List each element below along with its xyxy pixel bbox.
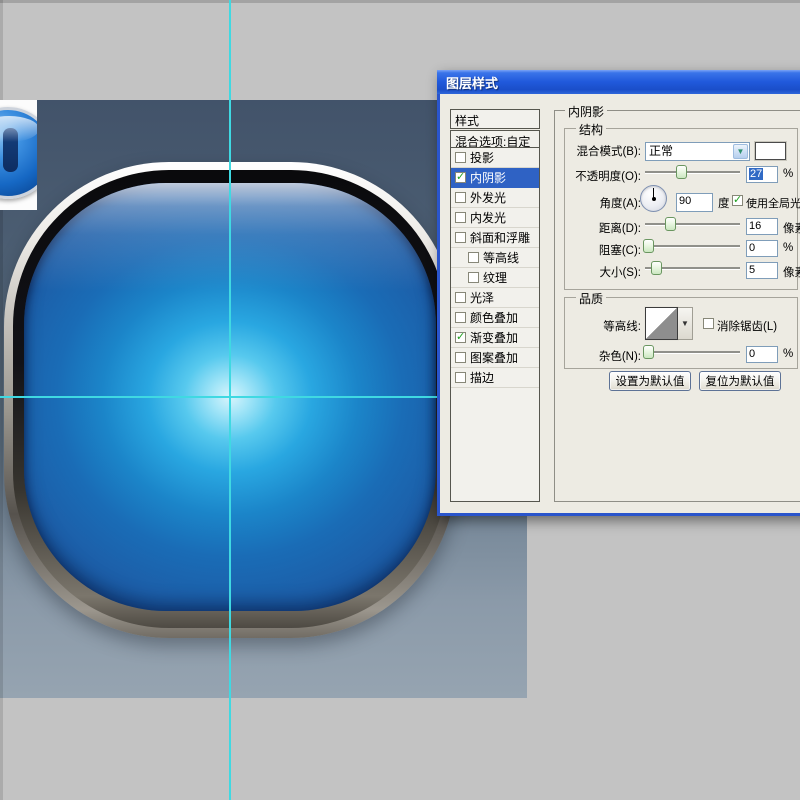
distance-label: 距离(D): (567, 220, 641, 236)
quality-legend: 品质 (576, 290, 606, 307)
slider-track (645, 223, 740, 225)
checkbox-icon[interactable] (455, 292, 466, 303)
size-label: 大小(S): (567, 264, 641, 280)
dialog-body: 样式 混合选项:自定 投影 内阴影 外发光 (440, 94, 800, 513)
effect-item-stroke[interactable]: 描边 (451, 368, 539, 388)
dialog-titlebar[interactable]: 图层样式 (437, 70, 800, 94)
dialog-title: 图层样式 (446, 73, 498, 92)
checkbox-icon[interactable] (455, 352, 466, 363)
inner-shadow-panel: 内阴影 结构 混合模式(B): 正常 ▼ 不透明度(O): (554, 110, 800, 502)
choke-field[interactable]: 0 (746, 240, 778, 257)
checkbox-checked-icon[interactable] (455, 332, 466, 343)
slider-thumb-icon[interactable] (651, 261, 662, 275)
slider-track (645, 245, 740, 247)
noise-slider[interactable] (645, 345, 740, 359)
choke-unit: % (783, 242, 793, 254)
distance-slider[interactable] (645, 217, 740, 231)
noise-field[interactable]: 0 (746, 346, 778, 363)
workspace-top-edge (0, 0, 800, 3)
distance-unit: 像素 (783, 220, 800, 236)
quality-groupbox: 品质 等高线: ▼ 消除锯齿(L) 杂色(N): 0 % (564, 297, 798, 369)
styles-header-box: 样式 (450, 109, 540, 129)
contour-picker[interactable] (645, 307, 678, 340)
effect-item-texture[interactable]: 纹理 (451, 268, 539, 288)
slider-thumb-icon[interactable] (676, 165, 687, 179)
effect-item-inner-glow[interactable]: 内发光 (451, 208, 539, 228)
effect-item-inner-shadow[interactable]: 内阴影 (451, 168, 539, 188)
checkbox-icon[interactable] (455, 152, 466, 163)
angle-label: 角度(A): (567, 195, 641, 211)
use-global-light-checkbox[interactable] (732, 195, 743, 206)
effect-item-contour[interactable]: 等高线 (451, 248, 539, 268)
effect-item-outer-glow[interactable]: 外发光 (451, 188, 539, 208)
checkbox-icon[interactable] (455, 232, 466, 243)
effect-item-satin[interactable]: 光泽 (451, 288, 539, 308)
opacity-unit: % (783, 168, 793, 180)
anti-alias-checkbox[interactable] (703, 318, 714, 329)
styles-header[interactable]: 样式 (451, 110, 539, 130)
distance-field[interactable]: 16 (746, 218, 778, 235)
effect-item-pattern-overlay[interactable]: 图案叠加 (451, 348, 539, 368)
angle-unit: 度 (718, 195, 730, 211)
effect-item-bevel-emboss[interactable]: 斜面和浮雕 (451, 228, 539, 248)
inner-shadow-legend: 内阴影 (565, 103, 607, 120)
contour-label: 等高线: (567, 318, 641, 334)
layer-style-dialog: 图层样式 样式 混合选项:自定 投影 内阴影 (437, 70, 800, 516)
horizontal-guide[interactable] (0, 396, 437, 398)
use-global-light-label: 使用全局光 (746, 195, 800, 211)
anti-alias-label: 消除锯齿(L) (717, 318, 777, 334)
angle-field[interactable]: 90 (676, 193, 713, 212)
dial-center-icon (652, 197, 656, 201)
size-slider[interactable] (645, 261, 740, 275)
checkbox-icon[interactable] (455, 312, 466, 323)
checkbox-checked-icon[interactable] (455, 172, 466, 183)
chevron-down-icon[interactable]: ▼ (733, 144, 748, 159)
choke-slider[interactable] (645, 239, 740, 253)
structure-legend: 结构 (576, 121, 606, 138)
effect-item-gradient-overlay[interactable]: 渐变叠加 (451, 328, 539, 348)
reset-default-button[interactable]: 复位为默认值 (699, 371, 781, 391)
size-field[interactable]: 5 (746, 262, 778, 279)
opacity-slider[interactable] (645, 165, 740, 179)
checkbox-icon[interactable] (455, 372, 466, 383)
slider-track (645, 171, 740, 173)
noise-label: 杂色(N): (567, 348, 641, 364)
slider-track (645, 351, 740, 353)
photoshop-workspace: 图层样式 样式 混合选项:自定 投影 内阴影 (0, 0, 800, 800)
structure-groupbox: 结构 混合模式(B): 正常 ▼ 不透明度(O): 27 (564, 128, 798, 290)
set-default-button[interactable]: 设置为默认值 (609, 371, 691, 391)
checkbox-icon[interactable] (455, 212, 466, 223)
shadow-color-swatch[interactable] (755, 142, 786, 160)
blend-mode-label: 混合模式(B): (567, 143, 641, 159)
blue-orb-icon (0, 107, 37, 199)
noise-unit: % (783, 348, 793, 360)
chevron-down-icon[interactable]: ▼ (678, 307, 693, 340)
checkbox-icon[interactable] (455, 192, 466, 203)
slider-thumb-icon[interactable] (643, 345, 654, 359)
vertical-guide[interactable] (229, 0, 231, 800)
effect-item-drop-shadow[interactable]: 投影 (451, 148, 539, 168)
choke-label: 阻塞(C): (567, 242, 641, 258)
effects-list: 投影 内阴影 外发光 内发光 斜面和浮雕 (450, 147, 540, 502)
angle-dial[interactable] (640, 185, 667, 212)
document-thumbnail-panel (0, 100, 37, 210)
size-unit: 像素 (783, 264, 800, 280)
blend-mode-dropdown[interactable]: 正常 ▼ (645, 142, 750, 161)
slider-thumb-icon[interactable] (665, 217, 676, 231)
checkbox-icon[interactable] (468, 252, 479, 263)
checkbox-icon[interactable] (468, 272, 479, 283)
opacity-label: 不透明度(O): (567, 168, 641, 184)
slider-thumb-icon[interactable] (643, 239, 654, 253)
opacity-field[interactable]: 27 (746, 166, 778, 183)
effect-item-color-overlay[interactable]: 颜色叠加 (451, 308, 539, 328)
